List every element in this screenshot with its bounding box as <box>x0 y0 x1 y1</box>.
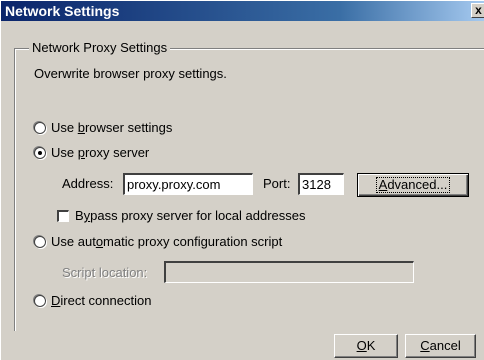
address-label: Address: <box>62 176 114 191</box>
radio-proxy-server-label[interactable]: Use proxy server <box>51 145 149 161</box>
address-field[interactable] <box>123 173 253 195</box>
radio-auto-config[interactable] <box>34 236 46 248</box>
ok-button[interactable]: OK <box>334 334 398 358</box>
advanced-button[interactable]: Advanced... <box>357 173 469 197</box>
dialog-title: Network Settings <box>5 3 120 19</box>
radio-proxy-server[interactable] <box>34 147 46 159</box>
bypass-checkbox-label[interactable]: Bypass proxy server for local addresses <box>75 208 305 224</box>
cancel-button[interactable]: Cancel <box>405 334 476 358</box>
description-text: Overwrite browser proxy settings. <box>34 66 227 81</box>
advanced-button-label: Advanced... <box>375 177 451 193</box>
cancel-button-label: Cancel <box>420 338 461 353</box>
script-location-field[interactable] <box>164 261 414 283</box>
close-button[interactable]: x <box>471 3 484 18</box>
radio-auto-config-label[interactable]: Use automatic proxy configuration script <box>51 234 282 250</box>
radio-browser-settings-label[interactable]: Use browser settings <box>51 120 172 136</box>
ok-button-label: OK <box>356 338 376 353</box>
title-bar: Network Settings x <box>1 1 484 21</box>
bypass-checkbox[interactable] <box>57 210 69 222</box>
script-location-label: Script location: <box>62 265 148 280</box>
port-field[interactable] <box>298 173 344 195</box>
network-settings-dialog: Network Settings x Network Proxy Setting… <box>0 0 484 360</box>
group-legend: Network Proxy Settings <box>29 40 171 56</box>
close-icon: x <box>475 3 482 17</box>
radio-browser-settings[interactable] <box>34 122 46 134</box>
port-label: Port: <box>263 176 291 191</box>
radio-direct-connection[interactable] <box>34 295 46 307</box>
radio-direct-connection-label[interactable]: Direct connection <box>51 293 151 309</box>
